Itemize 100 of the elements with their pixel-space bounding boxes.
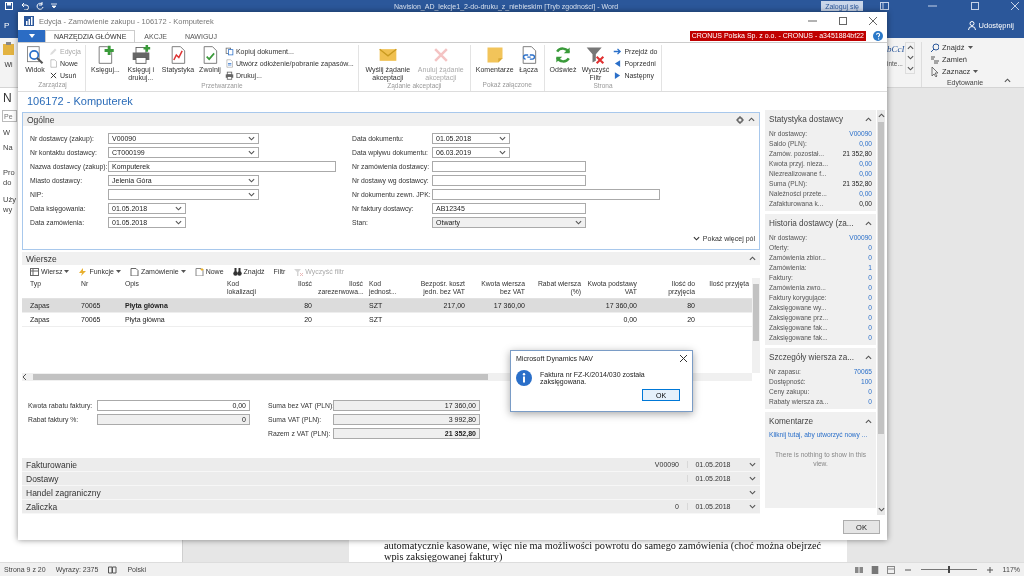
scroll-left-icon[interactable] <box>22 374 27 380</box>
save-icon <box>5 2 13 10</box>
expand-icon[interactable] <box>749 462 756 467</box>
section-title[interactable]: Wiersze <box>26 253 57 264</box>
delete-icon <box>49 71 58 80</box>
factbox-title[interactable]: Historia dostawcy (za... <box>769 218 854 228</box>
lightning-icon <box>78 267 88 276</box>
chevron-down-icon[interactable] <box>248 149 255 155</box>
collapse-icon[interactable] <box>865 220 872 226</box>
undo-icon[interactable] <box>20 2 29 10</box>
chevron-down-icon[interactable] <box>248 177 255 183</box>
factbox-title[interactable]: Szczegóły wiersza za... <box>769 352 855 362</box>
printer-icon <box>130 45 151 65</box>
zoom-in-icon[interactable] <box>986 566 993 573</box>
collapse-icon[interactable] <box>748 117 755 122</box>
chevron-down-icon[interactable] <box>906 55 914 61</box>
info-icon <box>516 370 532 386</box>
factbox-title[interactable]: Komentarze <box>769 416 814 426</box>
scrollbar[interactable] <box>877 110 885 515</box>
copy-icon <box>224 47 234 56</box>
table-icon <box>30 267 39 276</box>
scrollbar[interactable] <box>752 278 760 373</box>
style-preview[interactable]: bCcI <box>887 44 905 54</box>
section-title[interactable]: Ogólne <box>27 114 55 125</box>
document-icon <box>49 59 58 68</box>
caret-icon <box>180 270 186 273</box>
document-text: automatycznie kasowane, więc nie ma możliwości powrotu do samego zamówienia (choć można obejrzeć <box>384 540 822 551</box>
maximize-icon[interactable] <box>839 17 847 25</box>
text-field[interactable] <box>432 188 660 200</box>
clear-filter-icon <box>585 45 606 65</box>
fasttab-title[interactable]: Zaliczka <box>26 501 58 512</box>
more-icon[interactable] <box>906 66 914 72</box>
fasttab-title[interactable]: Fakturowanie <box>26 459 78 470</box>
clear-filter-icon <box>294 267 304 276</box>
text-field[interactable] <box>432 160 586 172</box>
close-icon[interactable] <box>680 355 687 362</box>
expand-icon[interactable] <box>749 476 756 481</box>
collapse-icon[interactable] <box>749 256 756 261</box>
scroll-up-icon[interactable] <box>877 113 885 118</box>
scroll-down-icon[interactable] <box>877 507 885 512</box>
expand-icon[interactable] <box>749 504 756 509</box>
customize-icon[interactable] <box>51 3 57 9</box>
chevron-down-icon[interactable] <box>248 135 255 141</box>
proofing-icon[interactable] <box>108 565 118 574</box>
help-icon[interactable] <box>873 31 883 41</box>
chevron-down-icon[interactable] <box>248 191 255 197</box>
ribbon-display-icon[interactable] <box>880 2 889 10</box>
search-icon <box>930 42 939 53</box>
scrollbar-thumb[interactable] <box>753 284 759 341</box>
paste-icon[interactable] <box>2 42 15 55</box>
application-menu-button[interactable] <box>18 30 45 42</box>
caret-icon <box>973 70 979 73</box>
pencil-icon <box>49 47 58 56</box>
chevron-down-icon[interactable] <box>575 219 582 225</box>
chevron-down-icon[interactable] <box>499 135 506 141</box>
printer-icon <box>224 71 234 80</box>
collapse-ribbon-icon[interactable] <box>1004 78 1011 83</box>
chevron-up-icon[interactable] <box>906 44 914 50</box>
expand-icon[interactable] <box>749 490 756 495</box>
refresh-icon <box>553 45 573 65</box>
collapse-icon[interactable] <box>865 354 872 360</box>
app-logo-icon <box>24 16 34 26</box>
document-text: wpis zaksięgowanej faktury) <box>384 551 503 562</box>
document-icon <box>224 59 234 68</box>
chevron-down-icon[interactable] <box>175 205 182 211</box>
factbox-title[interactable]: Statystyka dostawcy <box>769 114 844 124</box>
scrollbar-thumb[interactable] <box>33 374 488 380</box>
gallery-scroll[interactable] <box>905 42 915 74</box>
web-layout-icon[interactable] <box>886 565 895 574</box>
close-icon[interactable] <box>869 17 877 25</box>
caret-icon <box>64 270 70 273</box>
binoculars-icon <box>232 267 242 276</box>
caret-icon <box>967 46 973 49</box>
next-icon <box>613 71 623 80</box>
fasttab-title[interactable]: Handel zagraniczny <box>26 487 101 498</box>
print-layout-icon[interactable] <box>870 565 879 574</box>
new-document-icon <box>194 267 204 276</box>
arrow-right-icon <box>613 47 623 56</box>
collapse-icon[interactable] <box>865 418 872 424</box>
read-mode-icon[interactable] <box>854 565 863 574</box>
pane-heading: N <box>3 91 12 105</box>
cursor-icon <box>930 66 939 77</box>
page-title: 106172 - Komputerek <box>26 94 134 109</box>
chevron-down-icon[interactable] <box>692 236 700 241</box>
person-icon <box>967 20 976 30</box>
previous-icon <box>613 59 623 68</box>
document-icon <box>129 267 139 276</box>
dropdown-field[interactable] <box>108 188 259 200</box>
replace-icon <box>930 54 939 65</box>
scrollbar-thumb[interactable] <box>878 122 884 434</box>
redo-icon[interactable] <box>36 2 44 10</box>
chevron-down-icon[interactable] <box>175 219 182 225</box>
text-field[interactable] <box>432 174 586 186</box>
slider-thumb[interactable] <box>947 566 950 573</box>
ribbon-tab[interactable]: P <box>4 20 10 30</box>
chevron-down-icon[interactable] <box>499 149 506 155</box>
caret-icon <box>115 270 121 273</box>
collapse-icon[interactable] <box>865 116 872 122</box>
fasttab-title[interactable]: Dostawy <box>26 473 59 484</box>
magnifier-icon <box>25 45 45 65</box>
